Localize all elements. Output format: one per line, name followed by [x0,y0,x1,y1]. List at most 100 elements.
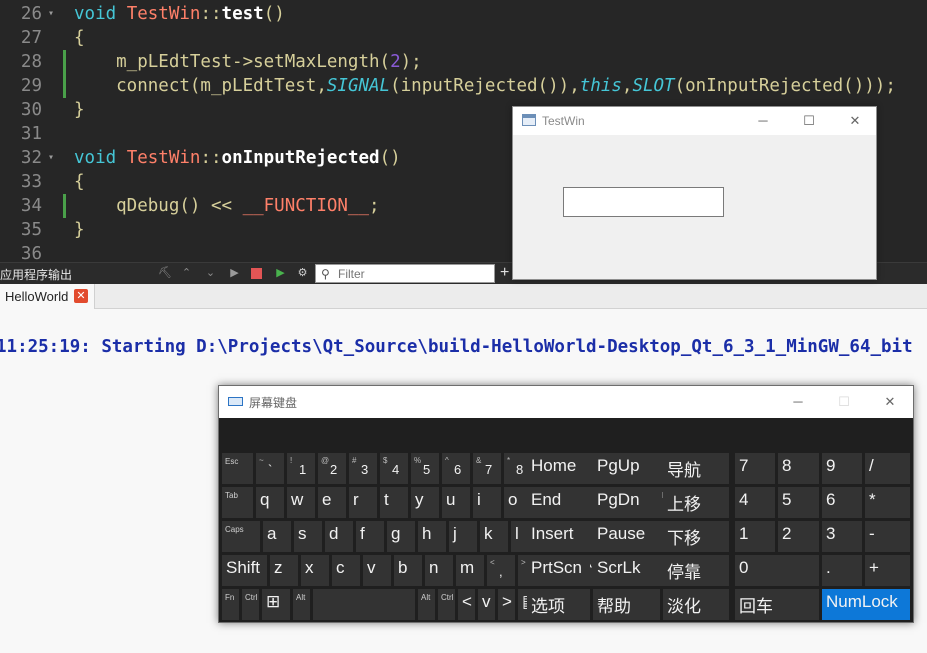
key[interactable]: h [418,521,446,552]
nav-key[interactable]: PgDn [593,487,660,518]
clear-output-icon[interactable]: ⛏ [158,267,172,280]
nav-key[interactable]: Pause [593,521,660,552]
numpad-key[interactable]: - [865,521,910,552]
key[interactable]: n [425,555,453,586]
key[interactable]: & 7 [473,453,501,484]
add-output-button[interactable]: + [500,264,509,282]
key[interactable]: k [480,521,508,552]
key[interactable]: q [256,487,284,518]
osk-maximize-button[interactable]: ☐ [821,386,867,418]
numpad-key[interactable]: 3 [822,521,862,552]
key[interactable]: a [263,521,291,552]
key[interactable]: b [394,555,422,586]
settings-gear-icon[interactable]: ⚙ [296,267,309,280]
key[interactable]: z [270,555,298,586]
tab-close-icon[interactable]: ✕ [74,289,88,303]
osk-titlebar[interactable]: 屏幕键盘 ─ ☐ ✕ [219,386,913,418]
debug-run-icon[interactable]: ▶ [274,267,287,280]
osk-close-button[interactable]: ✕ [867,386,913,418]
key[interactable]: i [473,487,501,518]
nav-key[interactable]: End [527,487,590,518]
numpad-key[interactable]: * [865,487,910,518]
key[interactable]: j [449,521,477,552]
key[interactable]: Ctrl [242,589,259,620]
nav-key[interactable]: 上移 [663,487,729,518]
numpad-key[interactable]: 6 [822,487,862,518]
key[interactable]: <, [487,555,515,586]
key[interactable]: y [411,487,439,518]
key[interactable]: Fn [222,589,239,620]
line-edit-test[interactable] [563,187,724,217]
key[interactable]: % 5 [411,453,439,484]
nav-key[interactable]: ScrLk [593,555,660,586]
numpad-key[interactable]: + [865,555,910,586]
numpad-key[interactable]: 2 [778,521,819,552]
nav-key[interactable]: Insert [527,521,590,552]
stop-icon[interactable] [251,268,262,279]
key[interactable]: e [318,487,346,518]
run-icon[interactable]: ▶ [228,267,241,280]
key[interactable]: $4 [380,453,408,484]
code-line[interactable]: 28 m_pLEdtTest->setMaxLength(2); [0,50,927,74]
tab-helloworld[interactable]: HelloWorld ✕ [0,284,95,309]
key[interactable]: d [325,521,353,552]
minimize-button[interactable]: ─ [740,107,786,135]
key[interactable]: Ctrl [438,589,455,620]
testwin-titlebar[interactable]: TestWin ─ ☐ ✕ [513,107,876,135]
key[interactable]: Alt [293,589,310,620]
output-filter-field[interactable]: ⚲ [315,264,495,283]
nav-key[interactable]: 选项 [527,589,590,620]
code-line[interactable]: 26 ▾ void TestWin::test() [0,2,927,26]
key[interactable]: t [380,487,408,518]
key[interactable]: Esc [222,453,253,484]
key[interactable]: Caps [222,521,260,552]
nav-key[interactable]: PgUp [593,453,660,484]
nav-key[interactable]: PrtScn [527,555,590,586]
numpad-key[interactable]: 8 [778,453,819,484]
key[interactable]: ~ ` [256,453,284,484]
key[interactable]: w [287,487,315,518]
key[interactable]: x [301,555,329,586]
numpad-key[interactable]: 4 [735,487,775,518]
key[interactable]: f [356,521,384,552]
numpad-key[interactable]: / [865,453,910,484]
next-item-icon[interactable]: ⌄ [204,267,217,280]
nav-key[interactable]: Home [527,453,590,484]
numpad-key[interactable]: 0 [735,555,819,586]
previous-item-icon[interactable]: ⌃ [180,267,193,280]
key[interactable]: m [456,555,484,586]
numpad-enter-key[interactable]: 回车 [735,589,819,620]
key[interactable]: Alt [418,589,435,620]
fold-toggle-icon[interactable]: ▾ [48,2,54,26]
numpad-key[interactable]: 7 [735,453,775,484]
osk-minimize-button[interactable]: ─ [775,386,821,418]
numpad-key[interactable]: 1 [735,521,775,552]
key[interactable]: g [387,521,415,552]
nav-key[interactable]: 停靠 [663,555,729,586]
numpad-key[interactable]: 5 [778,487,819,518]
fold-toggle-icon[interactable]: ▾ [48,146,54,170]
key[interactable]: #3 [349,453,377,484]
numpad-key[interactable]: 9 [822,453,862,484]
key[interactable]: u [442,487,470,518]
arrow-down-icon-key[interactable]: v [478,589,495,620]
arrow-left-icon-key[interactable]: < [458,589,475,620]
key[interactable]: c [332,555,360,586]
nav-key[interactable]: 下移 [663,521,729,552]
key[interactable] [313,589,415,620]
filter-input[interactable] [338,266,488,281]
nav-key[interactable]: 导航 [663,453,729,484]
maximize-button[interactable]: ☐ [786,107,832,135]
numpad-key[interactable]: . [822,555,862,586]
key[interactable]: Tab [222,487,253,518]
key[interactable]: Shift [222,555,267,586]
code-line[interactable]: 27 { [0,26,927,50]
nav-key[interactable]: 帮助 [593,589,660,620]
key[interactable]: @2 [318,453,346,484]
numlock-key[interactable]: NumLock [822,589,910,620]
nav-key[interactable]: 淡化 [663,589,729,620]
key[interactable]: s [294,521,322,552]
key[interactable]: ! 1 [287,453,315,484]
code-line[interactable]: 29 connect(m_pLEdtTest,SIGNAL(inputRejec… [0,74,927,98]
windows-icon-key[interactable]: ⊞ [262,589,290,620]
